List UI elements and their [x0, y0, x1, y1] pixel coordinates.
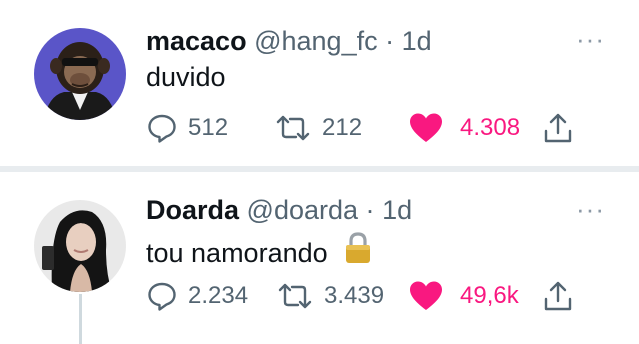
- avatar[interactable]: [34, 28, 126, 120]
- tweet-card[interactable]: Doarda @doarda · 1d ··· tou namorando 2.…: [0, 172, 639, 344]
- reply-button[interactable]: 512: [146, 108, 228, 148]
- tweet-text-content: tou namorando: [146, 238, 328, 268]
- retweet-button[interactable]: 3.439: [276, 276, 384, 316]
- retweet-count: 212: [322, 114, 363, 141]
- like-count: 4.308: [460, 114, 521, 141]
- separator-dot: ·: [385, 26, 395, 56]
- display-name[interactable]: macaco: [146, 26, 247, 56]
- retweet-count: 3.439: [324, 282, 385, 309]
- share-button[interactable]: [542, 108, 574, 148]
- reply-icon: [148, 282, 176, 311]
- share-icon: [544, 281, 572, 311]
- timestamp[interactable]: 1d: [402, 26, 432, 56]
- user-handle[interactable]: @hang_fc: [254, 26, 378, 56]
- user-handle[interactable]: @doarda: [247, 195, 358, 225]
- tweet-header: Doarda @doarda · 1d: [146, 195, 412, 226]
- retweet-icon: [276, 115, 310, 141]
- retweet-icon: [278, 283, 312, 309]
- heart-icon: [410, 281, 442, 310]
- timestamp[interactable]: 1d: [382, 195, 412, 225]
- like-button[interactable]: 49,6k: [408, 276, 519, 316]
- separator-dot: ·: [365, 195, 375, 225]
- tweet-header: macaco @hang_fc · 1d: [146, 26, 432, 57]
- more-options-icon[interactable]: ···: [576, 24, 605, 55]
- tweet-actions: 512 212 4.308: [0, 108, 639, 148]
- retweet-button[interactable]: 212: [274, 108, 362, 148]
- tweet-text: duvido: [146, 62, 226, 92]
- tweet-card[interactable]: macaco @hang_fc · 1d ··· duvido 512 212 …: [0, 0, 639, 166]
- tweet-actions: 2.234 3.439 49,6k: [0, 276, 639, 316]
- reply-count: 2.234: [188, 282, 249, 309]
- reply-icon: [148, 114, 176, 143]
- reply-button[interactable]: 2.234: [146, 276, 248, 316]
- heart-icon: [410, 113, 442, 142]
- tweet-text: tou namorando: [146, 232, 373, 269]
- like-button[interactable]: 4.308: [408, 108, 520, 148]
- share-button[interactable]: [542, 276, 574, 316]
- more-options-icon[interactable]: ···: [576, 194, 605, 225]
- display-name[interactable]: Doarda: [146, 195, 239, 225]
- reply-count: 512: [188, 114, 229, 141]
- share-icon: [544, 113, 572, 143]
- lock-icon: [346, 232, 371, 263]
- like-count: 49,6k: [460, 282, 519, 309]
